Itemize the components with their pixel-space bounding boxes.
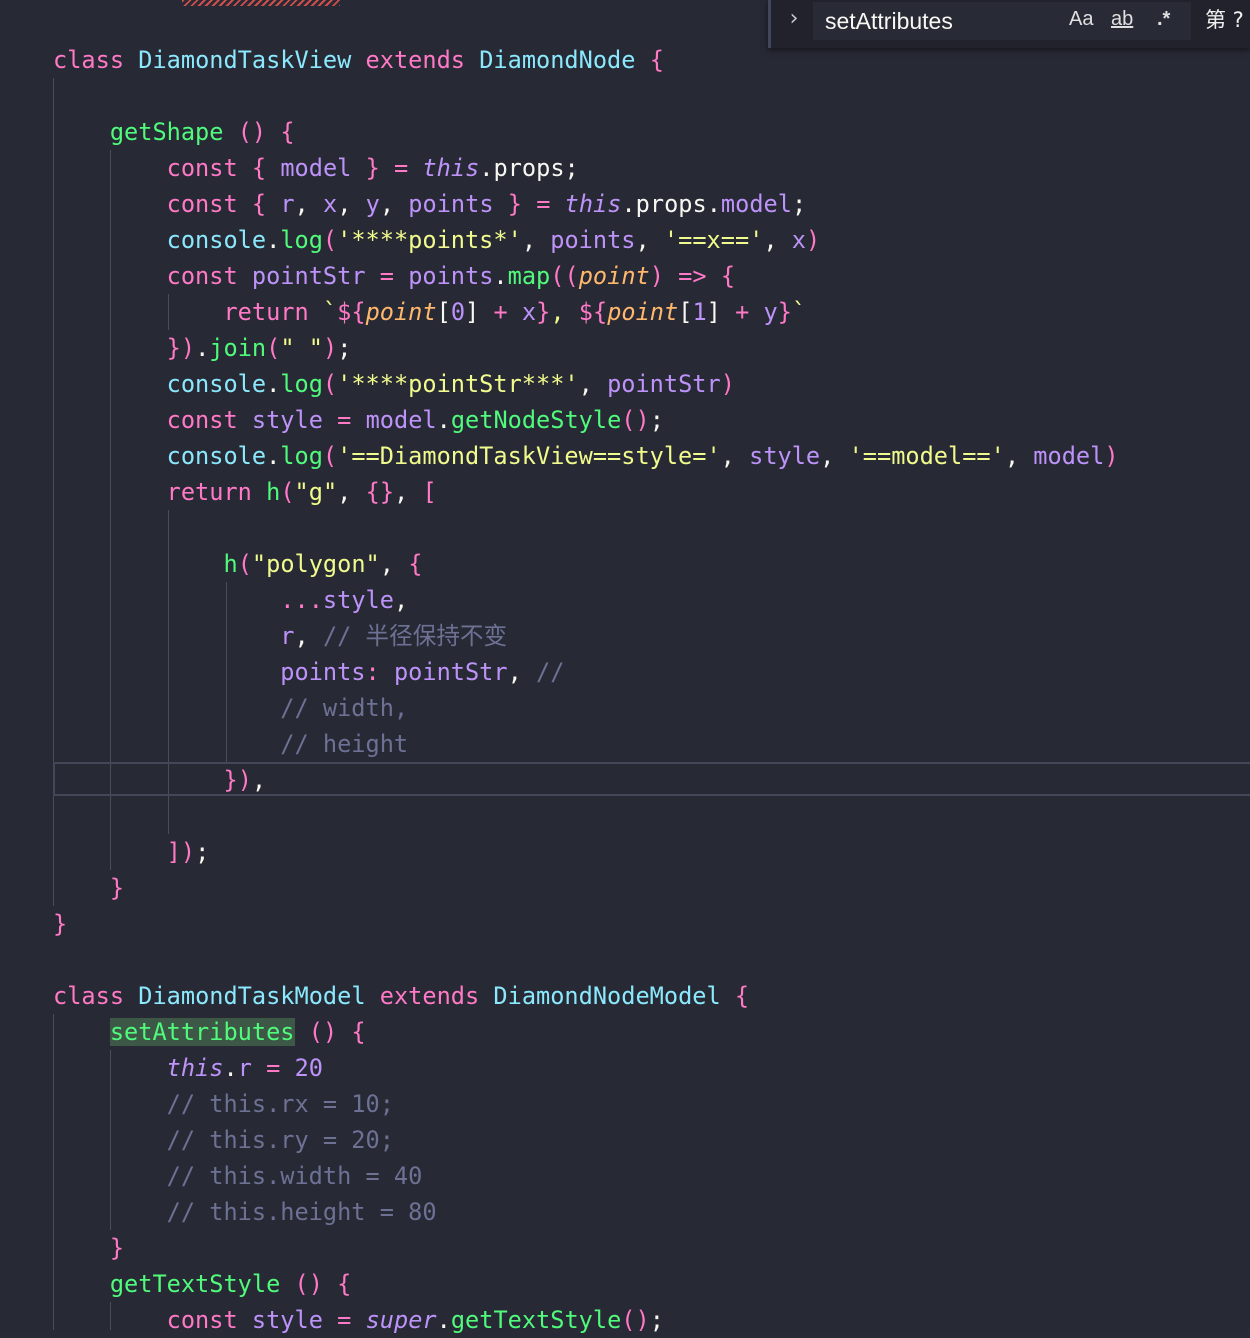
code-line: console.log('****pointStr***', pointStr) <box>166 370 735 398</box>
code-line: getShape () { <box>109 118 295 146</box>
code-line: console.log('****points*', points, '==x=… <box>166 226 821 254</box>
code-line: // height <box>280 730 409 758</box>
code-line: } <box>53 910 68 938</box>
code-line: // this.ry = 20; <box>166 1126 394 1154</box>
toggle-replace-chevron-icon[interactable]: › <box>781 6 807 34</box>
error-squiggle <box>182 0 340 6</box>
match-count: 第 ? <box>1205 8 1244 32</box>
code-line: ]); <box>166 838 210 866</box>
use-regex-button[interactable]: .* <box>1157 4 1170 34</box>
code-line: setAttributes () { <box>109 1018 366 1046</box>
code-line: this.r = 20 <box>166 1054 323 1082</box>
code-line: const { model } = this.props; <box>166 154 579 182</box>
code-line: } <box>109 874 125 902</box>
code-editor[interactable]: class DiamondTaskView extends DiamondNod… <box>0 0 1250 1334</box>
code-line: r, // 半径保持不变 <box>280 622 508 650</box>
code-line: const style = model.getNodeStyle(); <box>166 406 664 434</box>
find-input-value: setAttributes <box>825 8 953 34</box>
code-line: const style = super.getTextStyle(); <box>166 1306 664 1334</box>
code-line: // this.rx = 10; <box>166 1090 394 1118</box>
code-line: // width, <box>280 694 409 722</box>
find-input[interactable]: setAttributes <box>813 2 1191 40</box>
code-line: // this.width = 40 <box>166 1162 423 1190</box>
code-line: } <box>109 1234 125 1262</box>
find-widget: › setAttributes Aa ab .* 第 ? <box>768 0 1250 48</box>
code-line: const pointStr = points.map((point) => { <box>166 262 736 290</box>
code-line: return h("g", {}, [ <box>166 478 437 506</box>
code-line: // this.height = 80 <box>166 1198 437 1226</box>
code-line: }).join(" "); <box>166 334 352 362</box>
code-line: class DiamondTaskView extends DiamondNod… <box>53 46 664 74</box>
code-line: h("polygon", { <box>223 550 423 578</box>
match-whole-word-button[interactable]: ab <box>1111 4 1133 34</box>
code-line: return `${point[0] + x}, ${point[1] + y}… <box>223 298 807 326</box>
code-line: }), <box>223 766 267 794</box>
code-line: points: pointStr, // <box>280 658 565 686</box>
code-line: console.log('==DiamondTaskView==style=',… <box>166 442 1119 470</box>
match-case-button[interactable]: Aa <box>1069 4 1093 34</box>
code-line: ...style, <box>280 586 409 614</box>
code-line: const { r, x, y, points } = this.props.m… <box>166 190 807 218</box>
code-line: getTextStyle () { <box>109 1270 352 1298</box>
code-line: class DiamondTaskModel extends DiamondNo… <box>53 982 750 1010</box>
